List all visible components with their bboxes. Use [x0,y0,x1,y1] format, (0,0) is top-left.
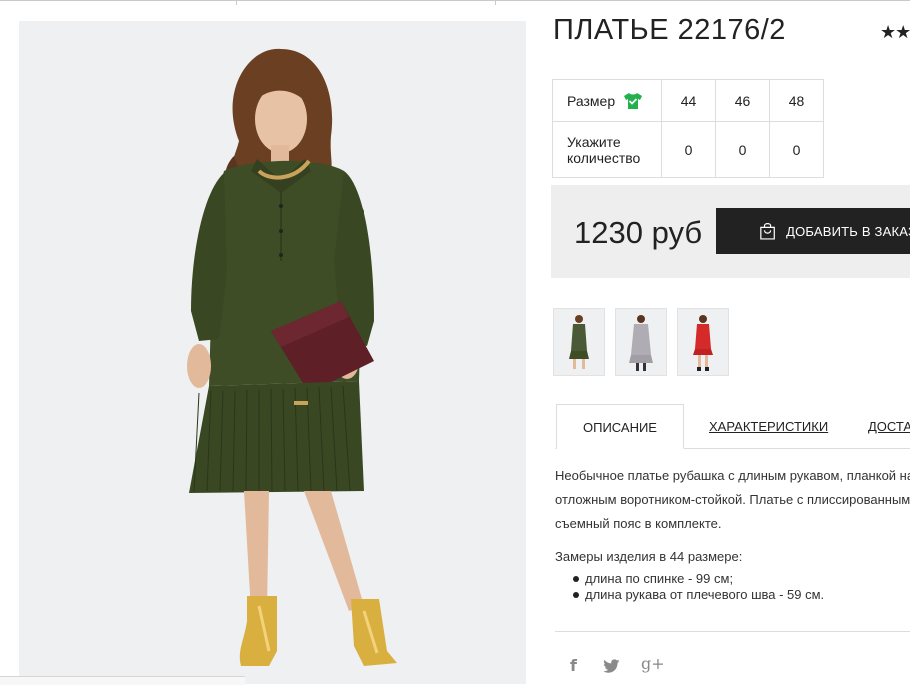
price-box: 1230 руб ДОБАВИТЬ В ЗАКАЗ [551,185,910,278]
red-dress-thumb-icon [678,309,728,375]
measures-list: длина по спинке - 99 см; длина рукава от… [571,571,824,603]
dress-model-illustration [19,21,526,684]
quantity-44-input[interactable]: 0 [661,121,716,178]
gray-dress-thumb-icon [616,309,666,375]
product-photo[interactable] [19,21,526,684]
thumbnail-green-dress[interactable] [553,308,605,376]
description-line: отложным воротником-стойкой. Платье с пл… [555,492,910,507]
quantity-46-input[interactable]: 0 [715,121,770,178]
green-dress-thumb-icon [554,309,604,375]
measure-item: длина рукава от плечевого шва - 59 см. [571,587,824,603]
size-48[interactable]: 48 [769,79,824,122]
tab-delivery[interactable]: ДОСТАВКА [868,404,910,449]
tab-characteristics[interactable]: ХАРАКТЕРИСТИКИ [709,404,828,449]
product-title: ПЛАТЬЕ 22176/2 [553,14,786,46]
top-tick [236,0,237,5]
measures-title: Замеры изделия в 44 размере: [555,549,743,564]
twitter-icon[interactable] [603,658,620,677]
googleplus-icon[interactable]: g+ [641,654,665,673]
size-label: Размер [567,92,616,109]
top-tick [495,0,496,5]
quantity-label-line1: Укажите [567,133,621,150]
product-description: Необычное платье рубашка с длиным рукаво… [555,464,910,536]
size-chart-icon[interactable] [623,92,643,110]
facebook-icon[interactable]: f [570,656,577,675]
size-row: Размер 44 46 48 [552,79,824,122]
size-46[interactable]: 46 [715,79,770,122]
shopping-bag-icon [760,223,775,240]
thumbnail-red-dress[interactable] [677,308,729,376]
measure-item: длина по спинке - 99 см; [571,571,824,587]
quantity-row: Укажите количество 0 0 0 [552,121,824,178]
divider [555,631,910,632]
description-line: Необычное платье рубашка с длиным рукаво… [555,468,910,483]
size-table: Размер 44 46 48 Укажите количество 0 0 0 [552,79,824,178]
size-label-cell: Размер [552,79,662,122]
price: 1230 руб [574,215,703,250]
quantity-48-input[interactable]: 0 [769,121,824,178]
quantity-label-line2: количество [567,149,641,166]
add-to-order-button[interactable]: ДОБАВИТЬ В ЗАКАЗ [716,208,910,254]
thumbnail-gray-dress[interactable] [615,308,667,376]
description-line: съемный пояс в комплекте. [555,516,722,531]
size-44[interactable]: 44 [661,79,716,122]
top-border [0,0,910,1]
tab-description[interactable]: ОПИСАНИЕ [556,404,684,449]
add-to-order-label: ДОБАВИТЬ В ЗАКАЗ [786,223,910,239]
quantity-label-cell: Укажите количество [552,121,662,178]
rating-stars[interactable]: ★★ [880,22,910,43]
